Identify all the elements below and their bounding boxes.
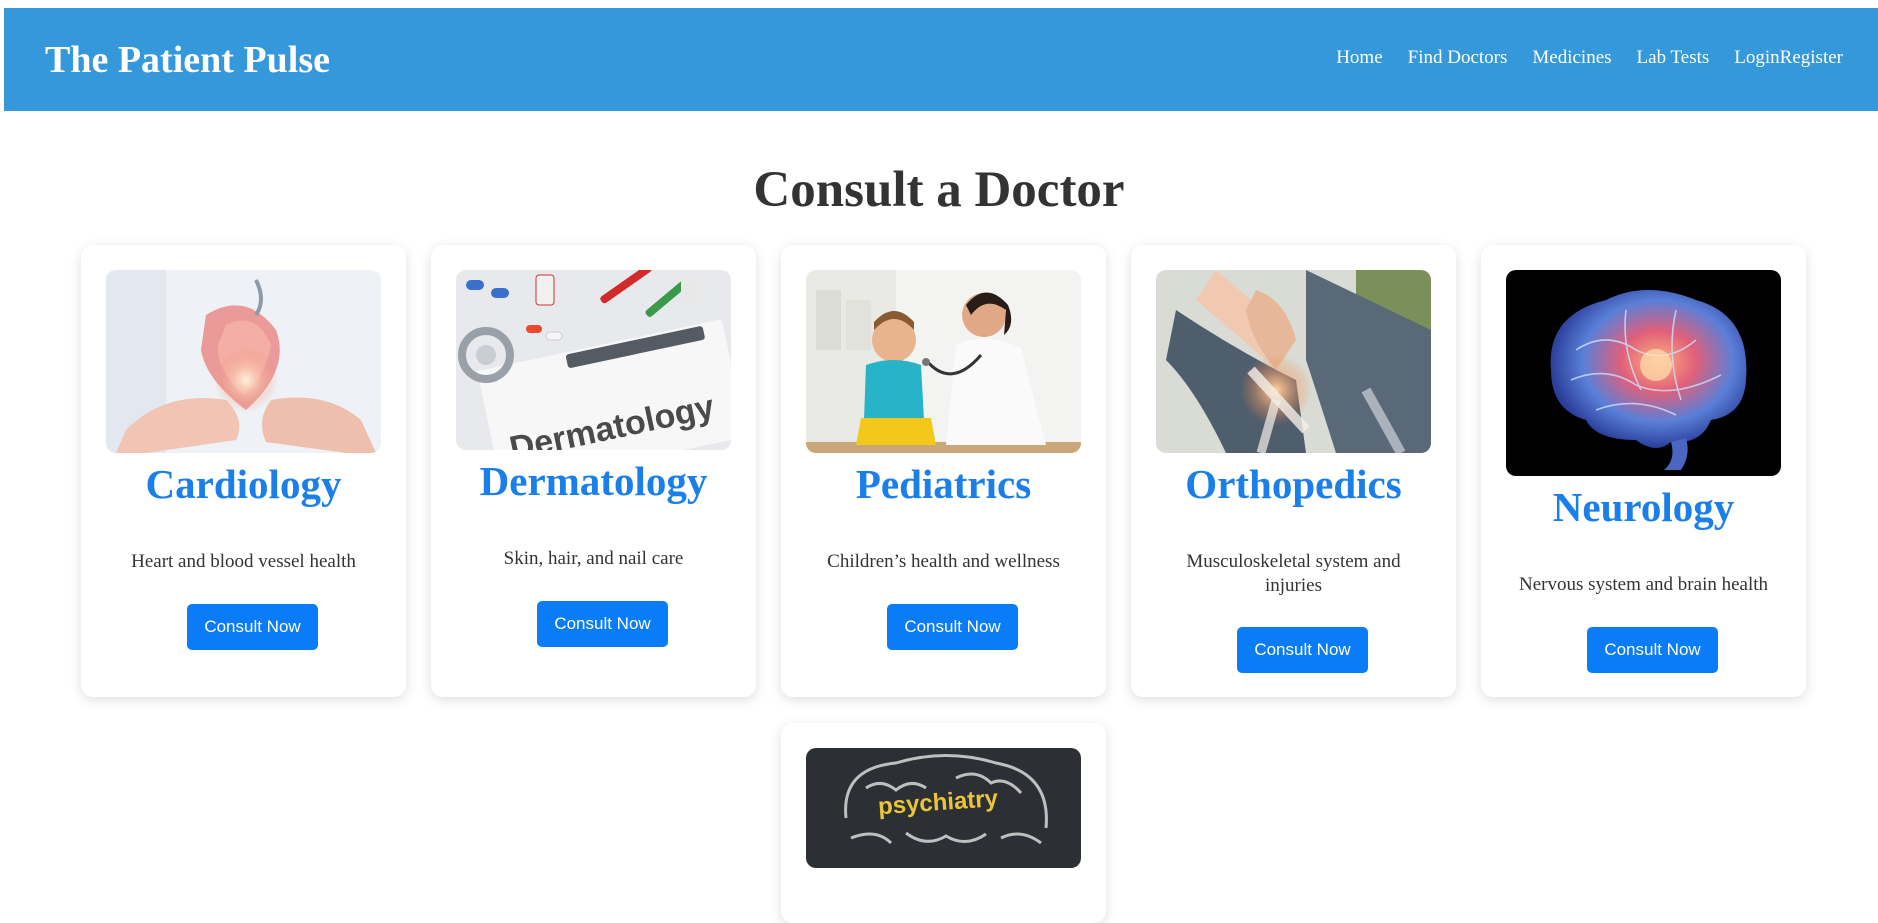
site-logo-text[interactable]: The Patient Pulse — [45, 38, 330, 84]
orthopedics-image — [1156, 270, 1431, 453]
auth-links: Login Register — [1734, 46, 1843, 71]
card-title[interactable]: Neurology — [1481, 483, 1806, 532]
card-description: Heart and blood vessel health — [131, 551, 356, 572]
neurology-image — [1506, 270, 1781, 476]
consult-now-button[interactable]: Consult Now — [187, 604, 318, 650]
nav-home-link[interactable]: Home — [1336, 46, 1382, 71]
specialty-card-dermatology: Dermatology Dermatology Skin, hair, and … — [431, 245, 756, 697]
nav-medicines-link[interactable]: Medicines — [1532, 46, 1611, 71]
nav-menu: Home Find Doctors Medicines Lab Tests Lo… — [1311, 46, 1843, 71]
card-title[interactable]: Orthopedics — [1131, 460, 1456, 509]
card-description: Children’s health and wellness — [827, 551, 1060, 572]
card-title[interactable]: Cardiology — [81, 460, 406, 509]
pediatrics-image — [806, 270, 1081, 453]
card-description: Musculoskeletal system and injuries — [1186, 551, 1401, 596]
dermatology-image: Dermatology — [456, 270, 731, 450]
specialty-card-orthopedics: Orthopedics Musculoskeletal system and i… — [1131, 245, 1456, 697]
card-title[interactable]: Dermatology — [431, 457, 756, 506]
specialty-card-psychiatry: psychiatry — [781, 723, 1106, 923]
specialty-card-pediatrics: Pediatrics Children’s health and wellnes… — [781, 245, 1106, 697]
nav-lab-tests-link[interactable]: Lab Tests — [1637, 46, 1710, 71]
specialty-card-neurology: Neurology Nervous system and brain healt… — [1481, 245, 1806, 697]
consult-now-button[interactable]: Consult Now — [1587, 627, 1718, 673]
specialty-card-cardiology: Cardiology Heart and blood vessel health… — [81, 245, 406, 697]
nav-login-link[interactable]: Login — [1734, 46, 1779, 71]
consult-now-button[interactable]: Consult Now — [887, 604, 1018, 650]
consult-now-button[interactable]: Consult Now — [537, 601, 668, 647]
psychiatry-image: psychiatry — [806, 748, 1081, 868]
nav-find-doctors-link[interactable]: Find Doctors — [1408, 46, 1508, 71]
page-title: Consult a Doctor — [753, 162, 1125, 218]
card-description: Nervous system and brain health — [1518, 574, 1769, 595]
consult-now-button[interactable]: Consult Now — [1237, 627, 1368, 673]
cardiology-image — [106, 270, 381, 453]
nav-register-link[interactable]: Register — [1780, 46, 1843, 71]
top-navbar: The Patient Pulse Home Find Doctors Medi… — [4, 8, 1878, 111]
card-title[interactable]: Pediatrics — [781, 460, 1106, 509]
card-description: Skin, hair, and nail care — [503, 548, 684, 569]
